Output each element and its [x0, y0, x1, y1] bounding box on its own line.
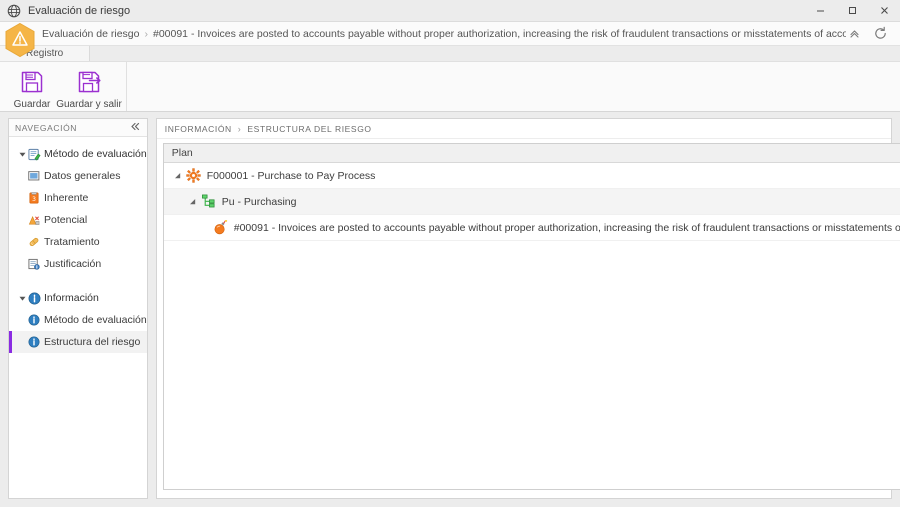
twisty-expanded-icon[interactable]: [187, 198, 198, 205]
breadcrumb-actions: [846, 26, 888, 42]
sidebar-item-label: Método de evaluación: [44, 314, 147, 326]
title-bar: Evaluación de riesgo: [0, 0, 900, 22]
risk-structure-tree-grid: Plan F000001 - Purchase to Pay Process P…: [162, 143, 900, 490]
save-floppy-icon: [19, 67, 45, 97]
grid-column-header-plan: Plan: [163, 144, 900, 163]
grid-body: F000001 - Purchase to Pay Process Pu - P…: [163, 163, 900, 489]
process-gear-icon: [186, 168, 202, 184]
sidebar-item-label: Datos generales: [44, 170, 121, 182]
breadcrumb-current: #00091 - Invoices are posted to accounts…: [152, 27, 846, 40]
minimize-button[interactable]: [804, 0, 836, 22]
org-hierarchy-icon: [201, 194, 217, 210]
evaluation-method-icon: [27, 147, 41, 161]
save-and-exit-button-label: Guardar y salir: [56, 99, 122, 110]
treatment-icon: [27, 235, 41, 249]
sidebar-item-tratamiento[interactable]: Tratamiento: [9, 231, 147, 253]
double-chevron-left-icon[interactable]: [130, 121, 141, 135]
chevron-up-icon[interactable]: [846, 26, 862, 42]
sidebar-item-inherente[interactable]: 3 Inherente: [9, 187, 147, 209]
sidebar-body: Método de evaluación Datos generales 3 I…: [9, 137, 147, 498]
sidebar-item-label: Estructura del riesgo: [44, 336, 141, 348]
justification-icon: [27, 257, 41, 271]
sidebar-group-informacion[interactable]: Información: [9, 287, 147, 309]
svg-text:3: 3: [32, 196, 36, 203]
potential-icon: [27, 213, 41, 227]
save-button-label: Guardar: [13, 99, 51, 110]
breadcrumb-root[interactable]: Evaluación de riesgo: [42, 28, 139, 40]
twisty-expanded-icon[interactable]: [17, 295, 27, 302]
info-icon: [27, 335, 41, 349]
main-content: Plan F000001 - Purchase to Pay Process P…: [157, 139, 900, 498]
sidebar-item-potencial[interactable]: Potencial: [9, 209, 147, 231]
main-breadcrumb-parent[interactable]: INFORMACIÓN: [165, 124, 232, 134]
sidebar-item-estructura-del-riesgo[interactable]: Estructura del riesgo: [9, 331, 147, 353]
save-and-exit-button[interactable]: Guardar y salir: [56, 65, 122, 110]
ribbon-toolbar: Registro Guardar Guardar y salir: [0, 46, 900, 112]
table-row[interactable]: #00091 - Invoices are posted to accounts…: [163, 215, 900, 241]
main-breadcrumb-current: ESTRUCTURA DEL RIESGO: [247, 123, 372, 134]
info-icon: [27, 291, 41, 305]
tree-node-label: #00091 - Invoices are posted to accounts…: [233, 221, 900, 234]
sidebar-item-label: Justificación: [44, 258, 102, 270]
ribbon-tab-strip: Registro: [0, 46, 900, 61]
close-button[interactable]: [868, 0, 900, 22]
sidebar-item-metodo-de-evaluacion-info[interactable]: Método de evaluación: [9, 309, 147, 331]
sidebar-item-justificacion[interactable]: Justificación: [9, 253, 147, 275]
tree-node-label: Pu - Purchasing: [221, 195, 297, 208]
workspace: NAVEGACIÓN Método de evaluación Datos ge…: [0, 112, 900, 507]
sidebar-group-label: Información: [44, 292, 99, 304]
window-title: Evaluación de riesgo: [28, 4, 131, 17]
sidebar-group-metodo-de-evaluacion[interactable]: Método de evaluación: [9, 143, 147, 165]
twisty-expanded-icon[interactable]: [172, 172, 183, 179]
table-row[interactable]: F000001 - Purchase to Pay Process: [163, 163, 900, 189]
sidebar-header: NAVEGACIÓN: [9, 119, 147, 137]
breadcrumb-separator: ›: [144, 27, 148, 40]
maximize-button[interactable]: [836, 0, 868, 22]
main-breadcrumb-separator: ›: [237, 123, 242, 134]
application-window: Evaluación de riesgo Evaluación de riesg: [0, 0, 900, 507]
save-button[interactable]: Guardar: [6, 65, 58, 110]
inherent-icon: 3: [27, 191, 41, 205]
info-icon: [27, 313, 41, 327]
twisty-expanded-icon[interactable]: [17, 151, 27, 158]
ribbon-group-registro: Guardar Guardar y salir: [0, 62, 127, 111]
main-breadcrumb: INFORMACIÓN › ESTRUCTURA DEL RIESGO: [156, 119, 891, 139]
record-breadcrumb-bar: Evaluación de riesgo › #00091 - Invoices a…: [0, 22, 900, 58]
risk-bomb-icon: [213, 220, 229, 236]
refresh-icon[interactable]: [872, 26, 888, 42]
navigation-sidebar: NAVEGACIÓN Método de evaluación Datos ge…: [8, 118, 148, 499]
sidebar-item-datos-generales[interactable]: Datos generales: [9, 165, 147, 187]
sidebar-title: NAVEGACIÓN: [15, 122, 78, 133]
window-controls: [804, 0, 900, 22]
globe-icon: [6, 3, 22, 19]
ribbon-body: Guardar Guardar y salir: [0, 61, 900, 111]
save-and-exit-floppy-icon: [76, 67, 102, 97]
sidebar-item-label: Tratamiento: [44, 236, 100, 248]
sidebar-item-label: Inherente: [44, 192, 89, 204]
main-panel: INFORMACIÓN › ESTRUCTURA DEL RIESGO Plan: [155, 118, 900, 499]
warning-hexagon-icon: [4, 22, 36, 58]
sidebar-item-label: Potencial: [44, 214, 88, 226]
general-data-icon: [27, 169, 41, 183]
table-row[interactable]: Pu - Purchasing: [163, 189, 900, 215]
tree-node-label: F000001 - Purchase to Pay Process: [206, 169, 376, 182]
breadcrumb: Evaluación de riesgo › #00091 - Invoices a…: [42, 28, 846, 40]
sidebar-group-label: Método de evaluación: [44, 148, 147, 160]
